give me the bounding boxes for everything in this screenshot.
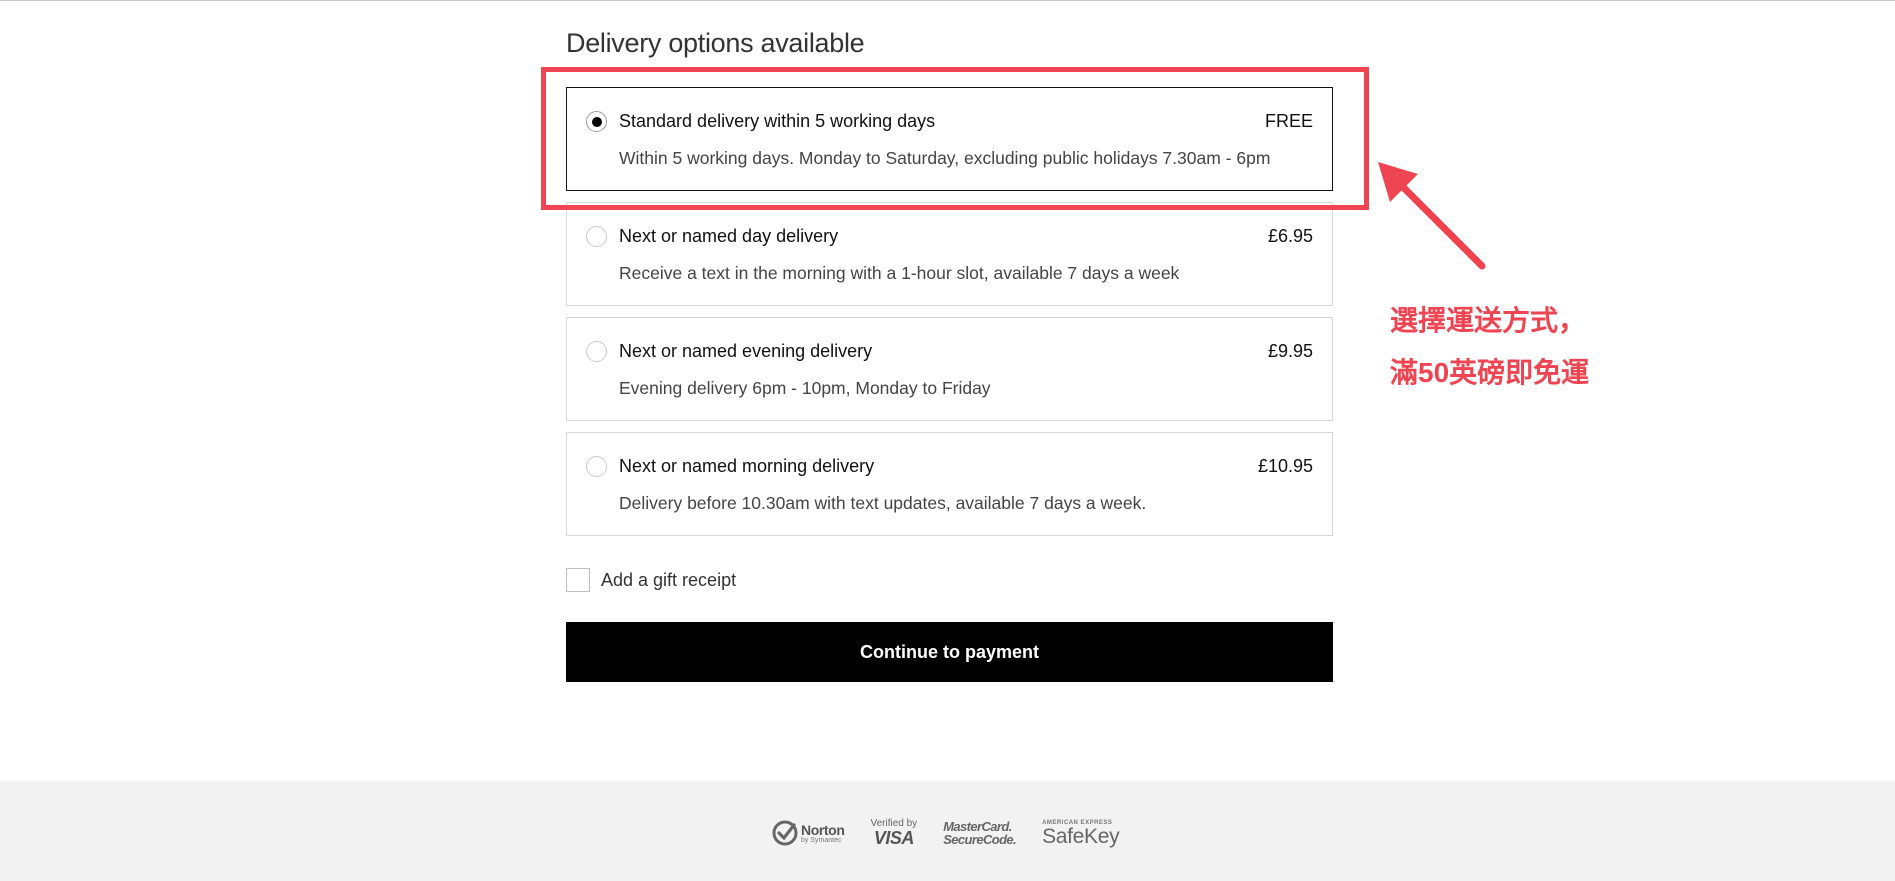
visa-name: VISA <box>873 828 915 848</box>
annotation-line-2: 滿50英磅即免運 <box>1390 357 1590 388</box>
norton-sub: by Symantec <box>801 836 842 844</box>
delivery-option-price: £9.95 <box>1267 341 1313 361</box>
gift-receipt-label: Add a gift receipt <box>601 569 737 590</box>
amex-safekey-badge: AMERICAN EXPRESS SafeKey <box>1042 820 1120 848</box>
delivery-option-title: Next or named morning delivery <box>619 456 875 476</box>
delivery-option-price: £6.95 <box>1267 226 1313 246</box>
annotation-line-1: 選擇運送方式， <box>1390 305 1587 336</box>
norton-badge: Norton by Symantec <box>772 820 845 846</box>
verified-by-visa-badge: Verified by VISA <box>870 819 917 848</box>
annotation-text: 選擇運送方式， 滿50英磅即免運 <box>1390 295 1589 399</box>
radio-button[interactable] <box>586 226 607 247</box>
delivery-option-title: Next or named evening delivery <box>619 341 873 361</box>
delivery-options-list: Standard delivery within 5 working days … <box>566 87 1333 536</box>
delivery-option-price: FREE <box>1264 111 1313 131</box>
delivery-option-evening[interactable]: Next or named evening delivery £9.95 Eve… <box>566 317 1333 421</box>
delivery-option-morning[interactable]: Next or named morning delivery £10.95 De… <box>566 432 1333 536</box>
delivery-option-description: Delivery before 10.30am with text update… <box>619 493 1147 513</box>
norton-check-icon <box>772 820 798 846</box>
radio-button[interactable] <box>586 456 607 477</box>
norton-name: Norton <box>801 821 845 838</box>
mastercard-securecode-badge: MasterCard. SecureCode. <box>943 820 1016 846</box>
security-badges: Norton by Symantec Verified by VISA Mast… <box>772 819 1120 848</box>
mastercard-line-2: SecureCode. <box>943 832 1017 847</box>
delivery-option-description: Receive a text in the morning with a 1-h… <box>619 263 1180 283</box>
delivery-option-description: Within 5 working days. Monday to Saturda… <box>619 148 1271 168</box>
radio-button-selected[interactable] <box>586 111 607 132</box>
top-divider <box>0 0 1895 1</box>
footer: Norton by Symantec Verified by VISA Mast… <box>0 781 1895 881</box>
delivery-option-price: £10.95 <box>1257 456 1313 476</box>
delivery-option-title: Next or named day delivery <box>619 226 839 246</box>
continue-to-payment-button[interactable]: Continue to payment <box>566 622 1333 682</box>
annotation-arrow-icon <box>1378 162 1486 270</box>
delivery-option-title: Standard delivery within 5 working days <box>619 111 936 131</box>
amex-name: SafeKey <box>1042 824 1120 848</box>
section-title: Delivery options available <box>566 28 865 58</box>
radio-button[interactable] <box>586 341 607 362</box>
gift-receipt-option[interactable]: Add a gift receipt <box>566 567 736 593</box>
checkout-delivery-page: Delivery options available Standard deli… <box>0 0 1895 881</box>
delivery-option-next-day[interactable]: Next or named day delivery £6.95 Receive… <box>566 202 1333 306</box>
delivery-option-description: Evening delivery 6pm - 10pm, Monday to F… <box>619 378 991 398</box>
gift-receipt-checkbox[interactable] <box>566 568 590 592</box>
delivery-option-standard[interactable]: Standard delivery within 5 working days … <box>566 87 1333 191</box>
